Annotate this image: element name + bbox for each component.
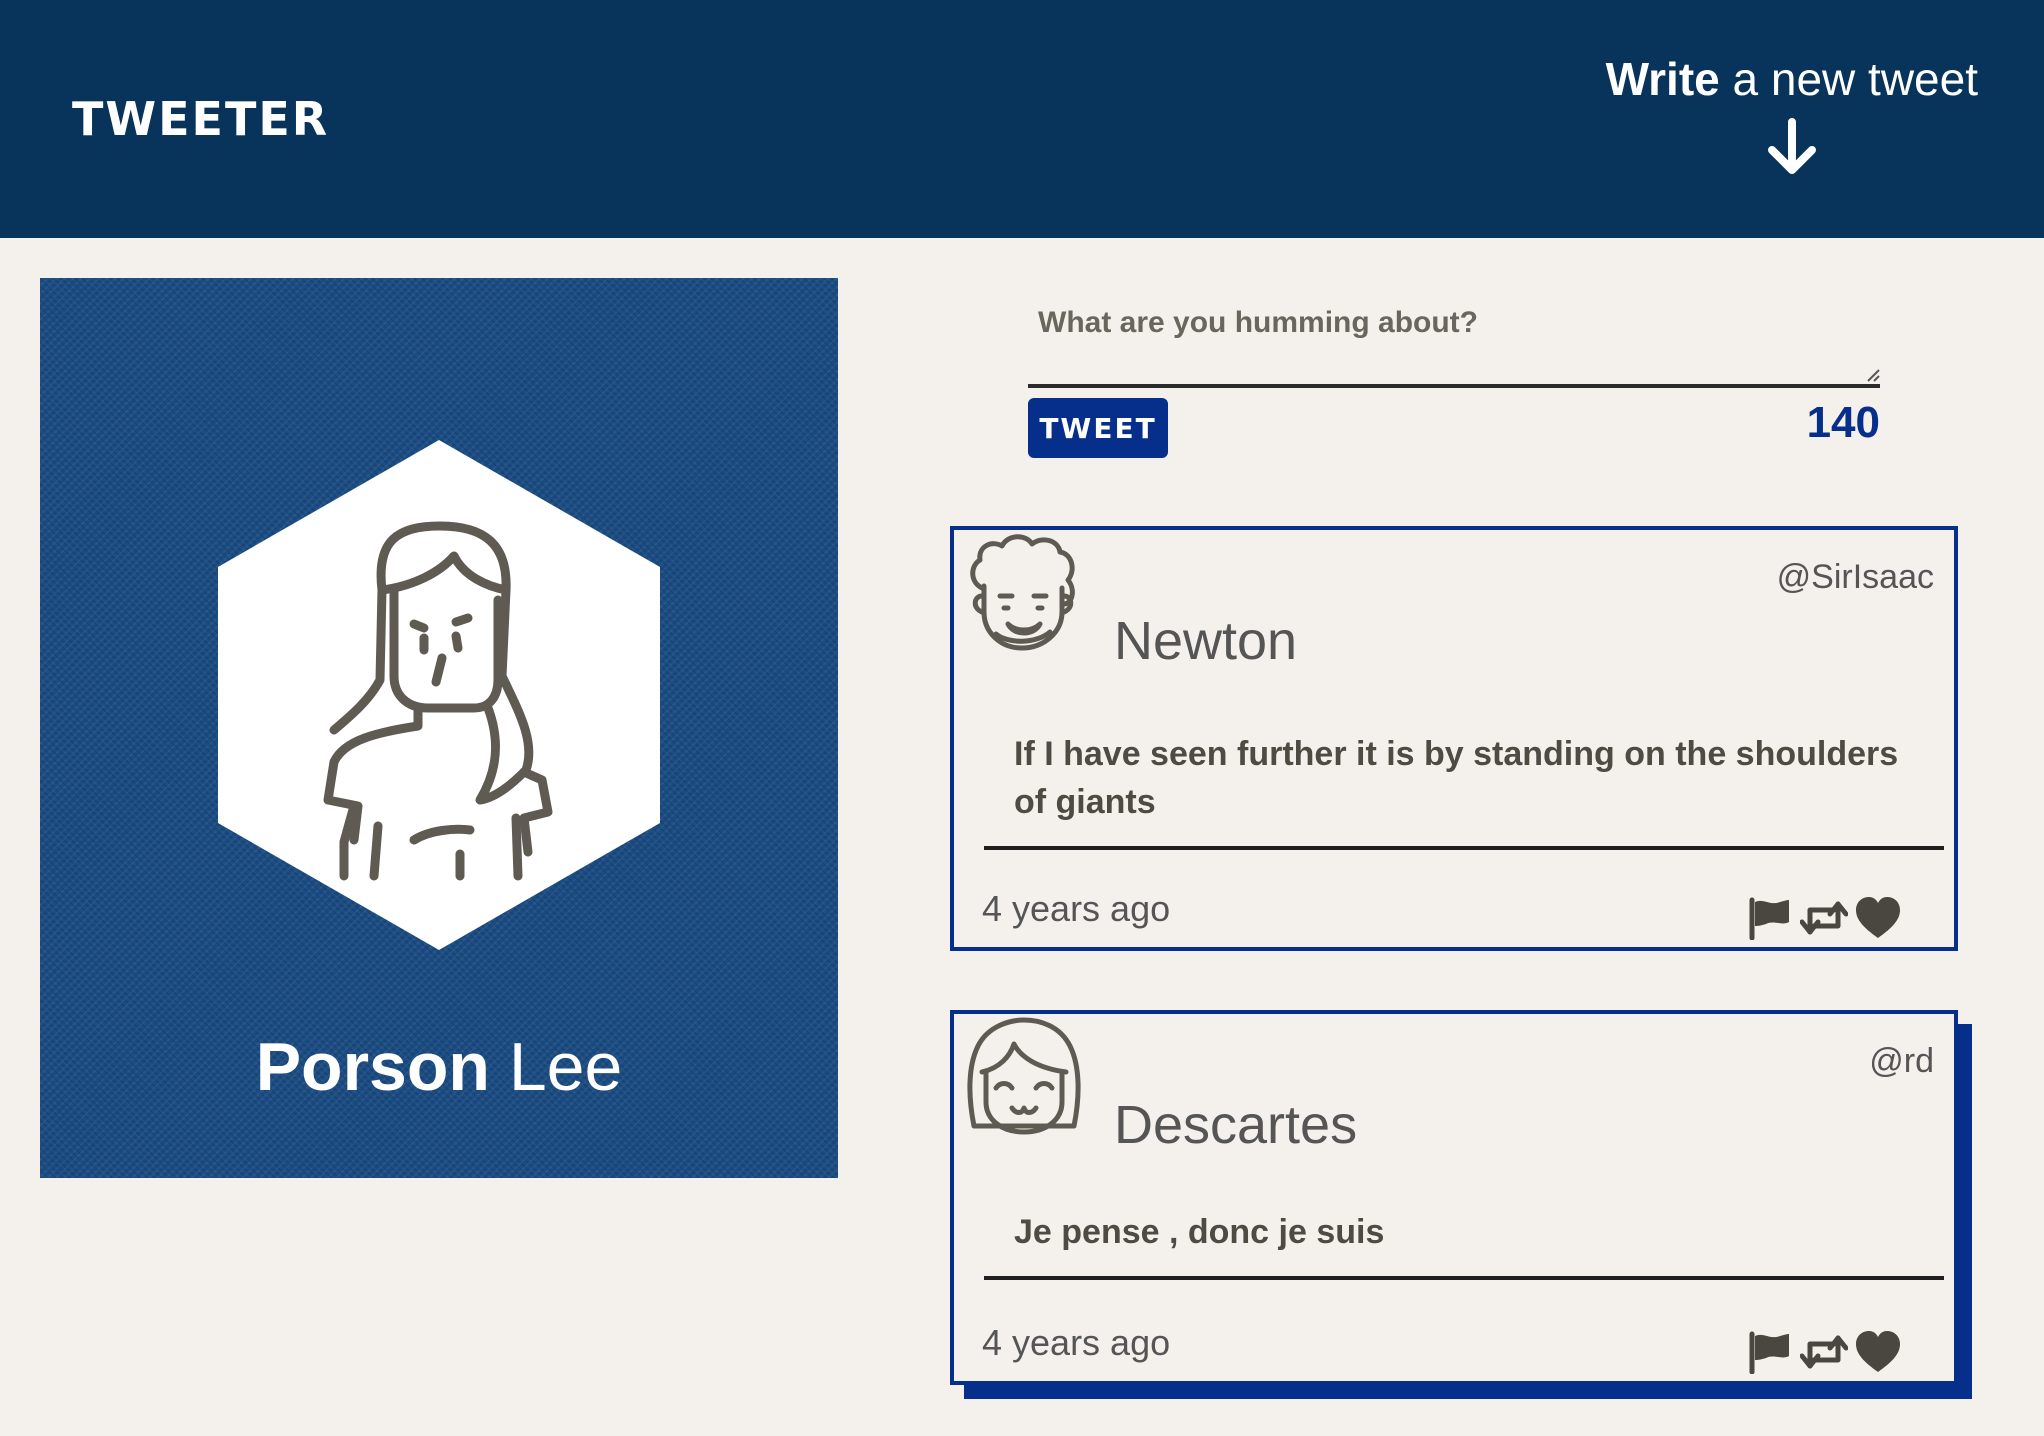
brand-logo[interactable]: TWEETER [72, 92, 329, 146]
tweet-composer: TWEET 140 [1028, 292, 1880, 458]
tweet-handle[interactable]: @SirIsaac [1777, 558, 1934, 597]
tweet-card: @rd Descartes Je pense , donc je suis 4 … [950, 1010, 1958, 1385]
retweet-icon[interactable] [1799, 1330, 1849, 1374]
arrow-down-icon[interactable] [1606, 118, 1978, 178]
top-nav-bar: TWEETER Write a new tweet [0, 0, 2044, 238]
tweet-actions [1746, 896, 1902, 941]
write-label-rest: a new tweet [1719, 53, 1979, 105]
character-counter: 140 [1806, 398, 1880, 447]
woman-avatar-icon [218, 440, 660, 950]
resize-grip-icon[interactable] [1864, 366, 1880, 387]
profile-card: Porson Lee [40, 278, 838, 1178]
tweet-content: If I have seen further it is by standing… [984, 730, 1944, 850]
tweet-card: @SirIsaac Newton If I have seen further … [950, 526, 1958, 951]
tweet-content: Je pense , donc je suis [984, 1208, 1944, 1280]
write-new-tweet-label[interactable]: Write a new tweet [1606, 52, 1978, 106]
tweet-author-name[interactable]: Descartes [1114, 1094, 1357, 1156]
profile-avatar [218, 440, 660, 955]
tweet-handle[interactable]: @rd [1869, 1042, 1934, 1081]
tweet-input[interactable] [1028, 292, 1880, 388]
flag-icon[interactable] [1746, 1330, 1794, 1375]
tweet-author-name[interactable]: Newton [1114, 610, 1297, 672]
profile-last-name: Lee [489, 1029, 623, 1105]
tweet-actions [1746, 1330, 1902, 1375]
tweet-timestamp: 4 years ago [982, 1322, 1171, 1363]
heart-icon[interactable] [1854, 1330, 1902, 1374]
profile-name: Porson Lee [40, 1028, 838, 1106]
bob-hair-avatar-icon [960, 1016, 1088, 1149]
retweet-icon[interactable] [1799, 896, 1849, 940]
tweet-button[interactable]: TWEET [1028, 398, 1168, 458]
tweet-timestamp: 4 years ago [982, 888, 1171, 929]
write-new-tweet-toggle[interactable]: Write a new tweet [1606, 52, 1978, 178]
heart-icon[interactable] [1854, 896, 1902, 940]
write-label-bold: Write [1605, 53, 1720, 105]
profile-first-name: Porson [255, 1029, 490, 1105]
flag-icon[interactable] [1746, 896, 1794, 941]
curly-hair-avatar-icon [960, 532, 1088, 665]
